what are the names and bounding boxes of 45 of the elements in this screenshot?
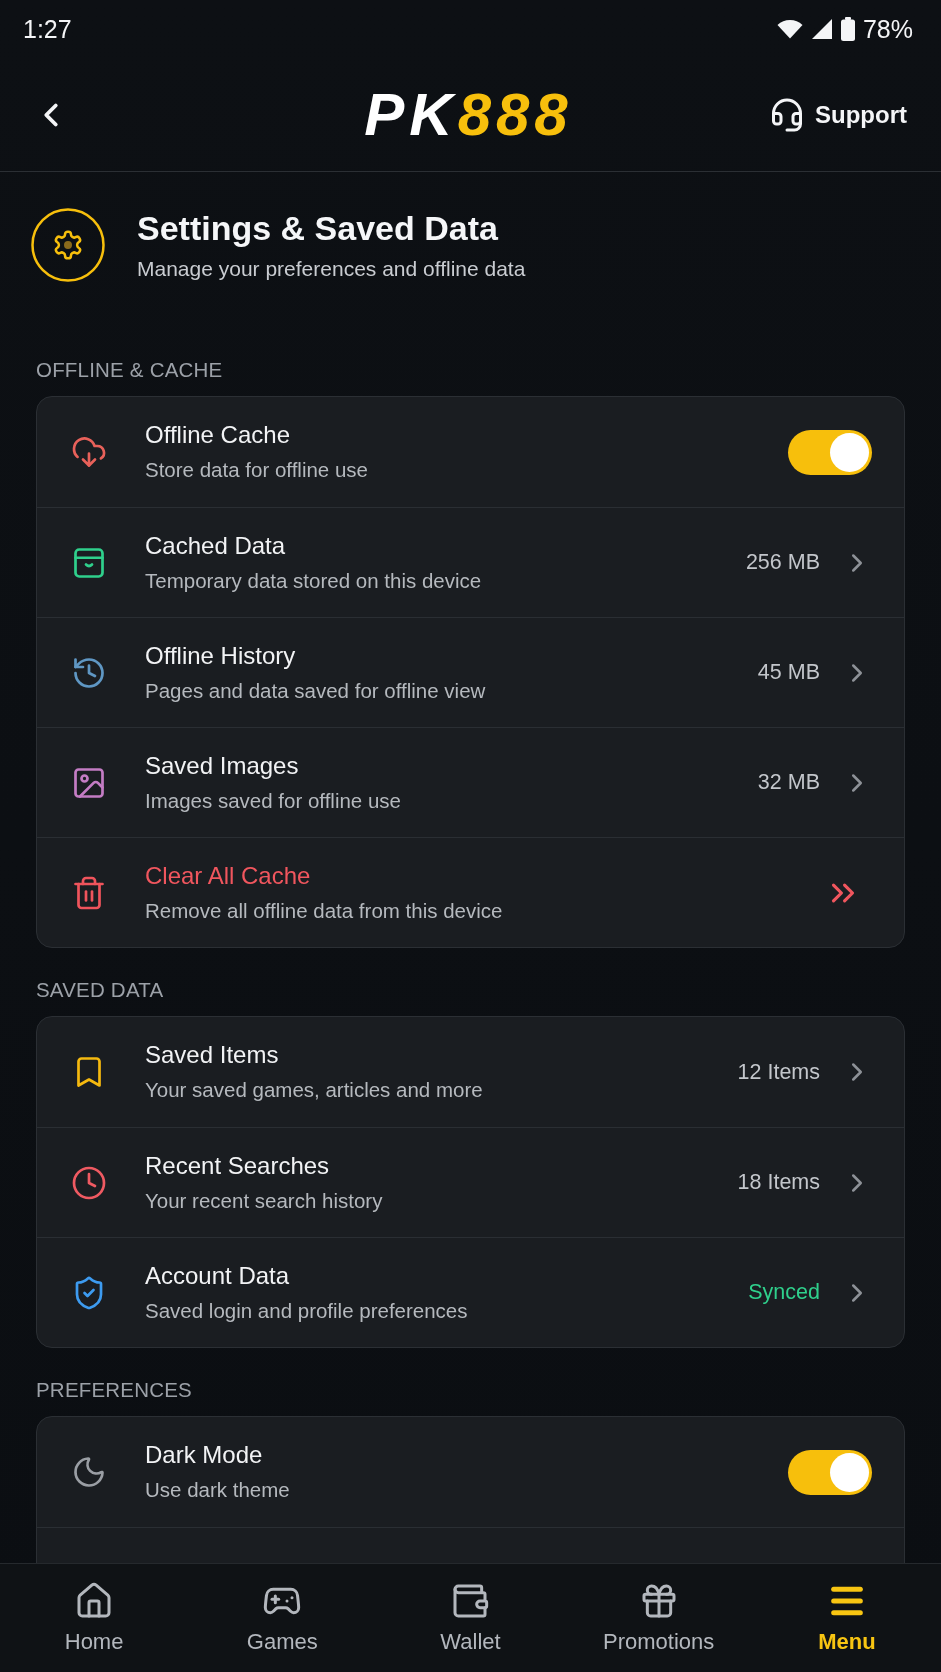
row-subtitle: Pages and data saved for offline view — [145, 678, 487, 703]
battery-icon — [840, 17, 855, 41]
row-title: Cached Data — [145, 532, 287, 559]
brand-logo: PK888 — [364, 84, 573, 145]
status-time: 1:27 — [23, 16, 72, 42]
row-title: Saved Items — [145, 1042, 280, 1069]
row-subtitle: Remove all offline data from this device — [145, 898, 504, 923]
toggle-switch[interactable] — [788, 1449, 872, 1495]
value-label: 18 Items — [737, 1170, 820, 1195]
section-label: PREFERENCES — [36, 1378, 193, 1402]
nav-tab[interactable]: Home — [0, 1564, 189, 1672]
row-subtitle: Images saved for offline use — [145, 788, 403, 813]
row-title: Dark Mode — [145, 1442, 264, 1469]
toggle-switch[interactable] — [788, 429, 872, 475]
page-title: Settings & Saved Data — [137, 208, 499, 248]
nav-tab[interactable]: Wallet — [376, 1564, 565, 1672]
nav-tab[interactable]: Promotions — [564, 1564, 753, 1672]
value-label: 32 MB — [757, 770, 820, 795]
row-title: Recent Searches — [145, 1152, 331, 1179]
headset-icon — [769, 96, 805, 133]
row-subtitle: Use dark theme — [145, 1478, 291, 1502]
row-subtitle: Saved login and profile preferences — [145, 1298, 469, 1323]
row-title: Offline History — [145, 642, 297, 669]
value-label: 45 MB — [757, 660, 820, 685]
row-subtitle: Temporary data stored on this device — [145, 568, 483, 593]
battery-percent: 78% — [862, 16, 913, 42]
row-title: Offline Cache — [145, 422, 291, 449]
nav-tab[interactable]: Menu — [752, 1564, 941, 1672]
gear-icon — [31, 208, 105, 282]
support-button[interactable]: Support — [769, 96, 907, 133]
row-title: Clear All Cache — [145, 862, 312, 889]
row-subtitle: Store data for offline use — [145, 458, 369, 482]
nav-tab[interactable]: Games — [188, 1564, 377, 1672]
section-label: SAVED DATA — [36, 978, 165, 1002]
row-subtitle: Your recent search history — [145, 1188, 384, 1213]
row-title: Saved Images — [145, 752, 300, 779]
signal-icon — [810, 18, 833, 40]
page-subtitle: Manage your preferences and offline data — [137, 255, 526, 282]
sync-status: Synced — [748, 1280, 820, 1305]
value-label: 256 MB — [745, 550, 820, 575]
row-title: Account Data — [145, 1262, 291, 1289]
value-label: 12 Items — [737, 1059, 820, 1085]
row-subtitle: Your saved games, articles and more — [145, 1078, 484, 1102]
wifi-icon — [776, 19, 803, 39]
section-label: OFFLINE & CACHE — [36, 358, 224, 382]
